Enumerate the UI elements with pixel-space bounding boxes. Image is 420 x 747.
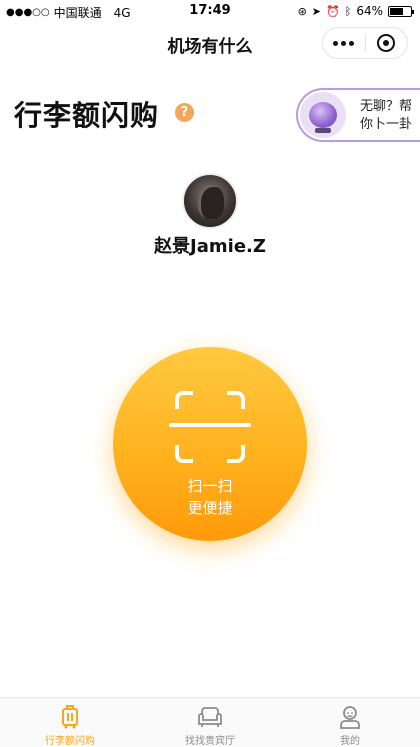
battery-fill — [390, 7, 403, 15]
user-name: 赵景Jamie.Z — [154, 236, 266, 257]
page-heading: 行李额闪购 — [14, 99, 160, 132]
user-icon — [337, 704, 363, 729]
sofa-icon — [197, 704, 223, 729]
help-icon[interactable]: ? — [175, 103, 194, 122]
tab-bar: 行李额闪购 找找贵宾厅 我的 — [0, 697, 420, 747]
bluetooth-icon: ᛒ — [344, 4, 352, 18]
battery-percent: 64% — [356, 4, 383, 18]
luggage-icon — [57, 704, 83, 729]
tab-label: 我的 — [340, 736, 360, 747]
target-icon — [377, 34, 396, 52]
status-right: ⊛ ➤ ⏰ ᛒ 64% — [297, 4, 414, 18]
fortune-text: 无聊？帮 你卜一卦 — [360, 98, 412, 134]
alarm-icon: ⏰ — [326, 4, 340, 18]
fortune-line1: 无聊？帮 — [360, 99, 413, 114]
more-dots-icon — [333, 40, 355, 46]
status-bar: ●●●○○ 中国联通 4G 17:49 ⊛ ➤ ⏰ ᛒ 64% — [0, 0, 420, 22]
location-icon: ➤ — [311, 4, 322, 18]
lock-rotation-icon: ⊛ — [297, 4, 307, 18]
close-mini-program-button[interactable] — [365, 28, 407, 58]
scan-label-line2: 更便捷 — [187, 499, 233, 517]
tab-vip-lounge[interactable]: 找找贵宾厅 — [140, 698, 280, 747]
scan-icon — [169, 391, 251, 463]
scan-label: 扫一扫 更便捷 — [113, 475, 307, 519]
crystal-ball-icon — [300, 92, 346, 138]
mini-program-capsule — [322, 27, 408, 59]
scan-label-line1: 扫一扫 — [187, 477, 233, 495]
tab-label: 找找贵宾厅 — [185, 736, 235, 747]
more-button[interactable] — [323, 28, 365, 58]
tab-luggage-flash-sale[interactable]: 行李额闪购 — [0, 698, 140, 747]
avatar[interactable] — [182, 173, 238, 229]
tab-mine[interactable]: 我的 — [280, 698, 420, 747]
fortune-line2: 你卜一卦 — [360, 117, 413, 132]
battery-icon — [388, 5, 414, 17]
tab-label: 行李额闪购 — [45, 736, 95, 747]
nav-bar: 机场有什么 — [0, 22, 420, 64]
scan-button[interactable]: 扫一扫 更便捷 — [113, 347, 307, 541]
fortune-banner[interactable]: 无聊？帮 你卜一卦 — [296, 88, 420, 142]
